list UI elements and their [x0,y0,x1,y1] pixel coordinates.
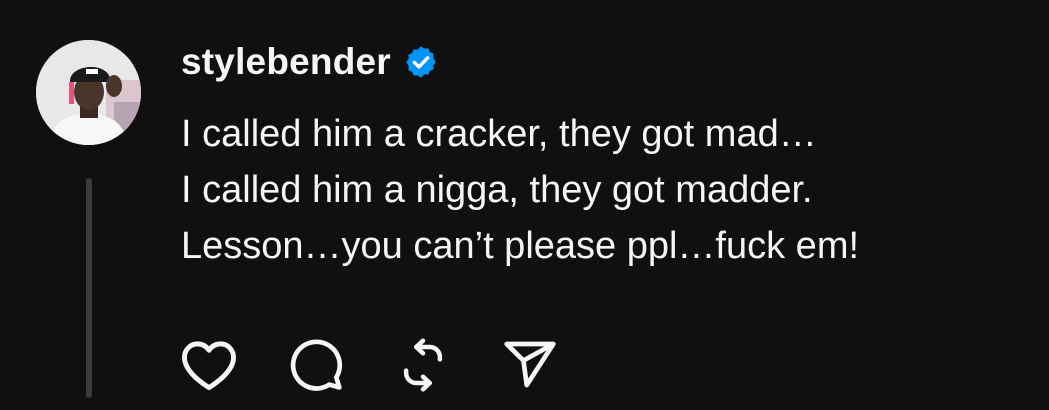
avatar[interactable] [36,40,141,145]
avatar-photo [36,40,141,145]
like-button[interactable] [178,334,240,396]
thread-post: stylebender I called him a cracker, they… [0,0,1049,410]
post-header: stylebender [181,38,439,86]
post-text-line: Lesson…you can’t please ppl…fuck em! [181,225,860,267]
verified-badge-icon [403,44,439,80]
post-text: I called him a cracker, they got mad… I … [181,106,1021,274]
repost-icon [403,338,443,392]
repost-button[interactable] [392,334,454,396]
post-text-line: I called him a nigga, they got madder. [181,169,813,211]
share-button[interactable] [499,334,561,396]
heart-icon [181,341,236,391]
share-icon [504,341,556,388]
thread-line [86,178,92,398]
username[interactable]: stylebender [181,41,391,83]
post-text-line: I called him a cracker, they got mad… [181,113,817,155]
post-actions [180,334,606,396]
reply-button[interactable] [285,334,347,396]
comment-icon [290,339,343,391]
